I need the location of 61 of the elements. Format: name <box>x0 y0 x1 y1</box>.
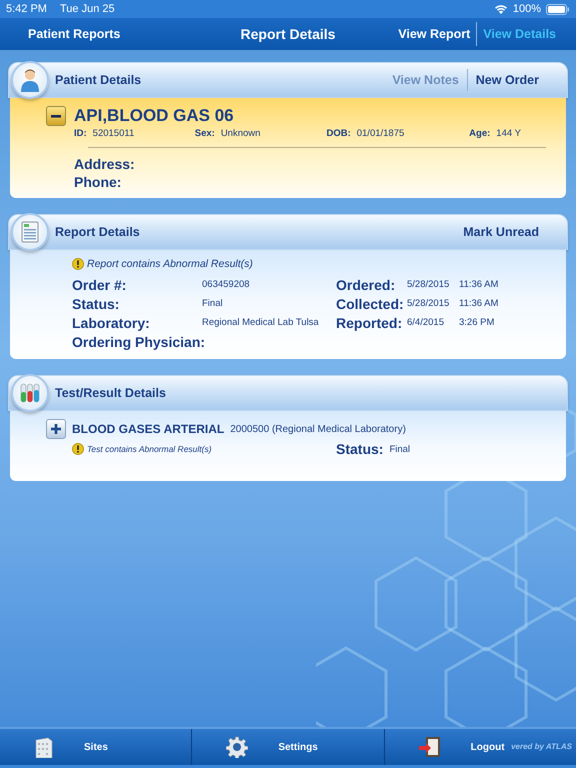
building-icon <box>34 736 54 758</box>
test-tubes-icon <box>11 374 49 412</box>
field-label: DOB: <box>326 128 351 139</box>
exit-door-icon <box>418 736 441 758</box>
field-value: Regional Medical Lab Tulsa <box>202 317 319 328</box>
field-label: Laboratory: <box>72 314 151 330</box>
field-label: Sex: <box>194 128 215 139</box>
field-label: Reported: <box>336 314 404 330</box>
field-label: Address: <box>74 156 136 172</box>
field-label: Phone: <box>74 174 122 190</box>
field-label: Ordered: <box>336 276 396 292</box>
field-label: ID: <box>74 128 87 139</box>
warning-icon <box>72 258 84 270</box>
time-value: 11:36 AM <box>459 279 498 290</box>
alert-text: Report contains Abnormal Result(s) <box>87 258 253 270</box>
field-label: Collected: <box>336 296 405 312</box>
settings-icon <box>226 736 248 758</box>
field-value: 144 Y <box>496 128 521 139</box>
test-code: 2000500 (Regional Medical Laboratory) <box>230 424 406 434</box>
test-name: BLOOD GASES ARTERIAL <box>72 422 224 436</box>
battery-percent: 100% <box>512 3 541 15</box>
time-value: 3:26 PM <box>459 317 494 328</box>
field-label: Status: <box>72 296 120 312</box>
field-value: 52015011 <box>92 128 134 139</box>
header-link[interactable]: New Order <box>466 69 547 91</box>
wifi-icon <box>494 4 508 14</box>
section-title: Patient Details <box>55 73 142 87</box>
nav-title: Report Details <box>240 26 336 42</box>
field-value: Final <box>389 444 410 454</box>
field-label: Status: <box>336 441 384 457</box>
time-value: 11:36 AM <box>459 298 498 309</box>
date-value: 5/28/2015 <box>407 298 450 309</box>
tab-bar-button[interactable]: Sites <box>0 729 192 765</box>
tab-bar-button[interactable]: Settings <box>191 729 384 765</box>
date-value: 5/28/2015 <box>407 279 450 290</box>
collapse-button[interactable] <box>46 106 66 126</box>
warning-icon <box>72 443 84 455</box>
person-icon <box>11 61 49 99</box>
document-icon <box>11 213 49 251</box>
status-date: Tue Jun 25 <box>60 3 115 15</box>
date-value: 6/4/2015 <box>407 317 445 328</box>
back-link[interactable]: Patient Reports <box>28 27 120 41</box>
view-tab[interactable]: View Report <box>392 22 476 46</box>
mark-unread-link[interactable]: Mark Unread <box>455 221 547 243</box>
expand-button[interactable] <box>46 419 66 439</box>
section-title: Report Details <box>55 225 140 239</box>
field-label: Age: <box>469 128 490 139</box>
view-tab[interactable]: View Details <box>476 22 562 46</box>
section-title: Test/Result Details <box>55 386 166 400</box>
status-time: 5:42 PM <box>6 3 47 15</box>
field-value: Final <box>202 298 223 309</box>
plus-icon <box>50 423 62 435</box>
patient-name: API,BLOOD GAS 06 <box>74 106 234 126</box>
field-value: Unknown <box>220 128 260 139</box>
field-label: Ordering Physician: <box>72 334 202 350</box>
field-value: 01/01/1875 <box>356 128 404 139</box>
alert-text: Test contains Abnormal Result(s) <box>87 444 212 454</box>
field-label: Order #: <box>72 276 128 292</box>
battery-icon <box>546 4 570 14</box>
field-value: 063459208 <box>202 279 250 290</box>
brand-text: vered by ATLAS <box>511 742 572 751</box>
